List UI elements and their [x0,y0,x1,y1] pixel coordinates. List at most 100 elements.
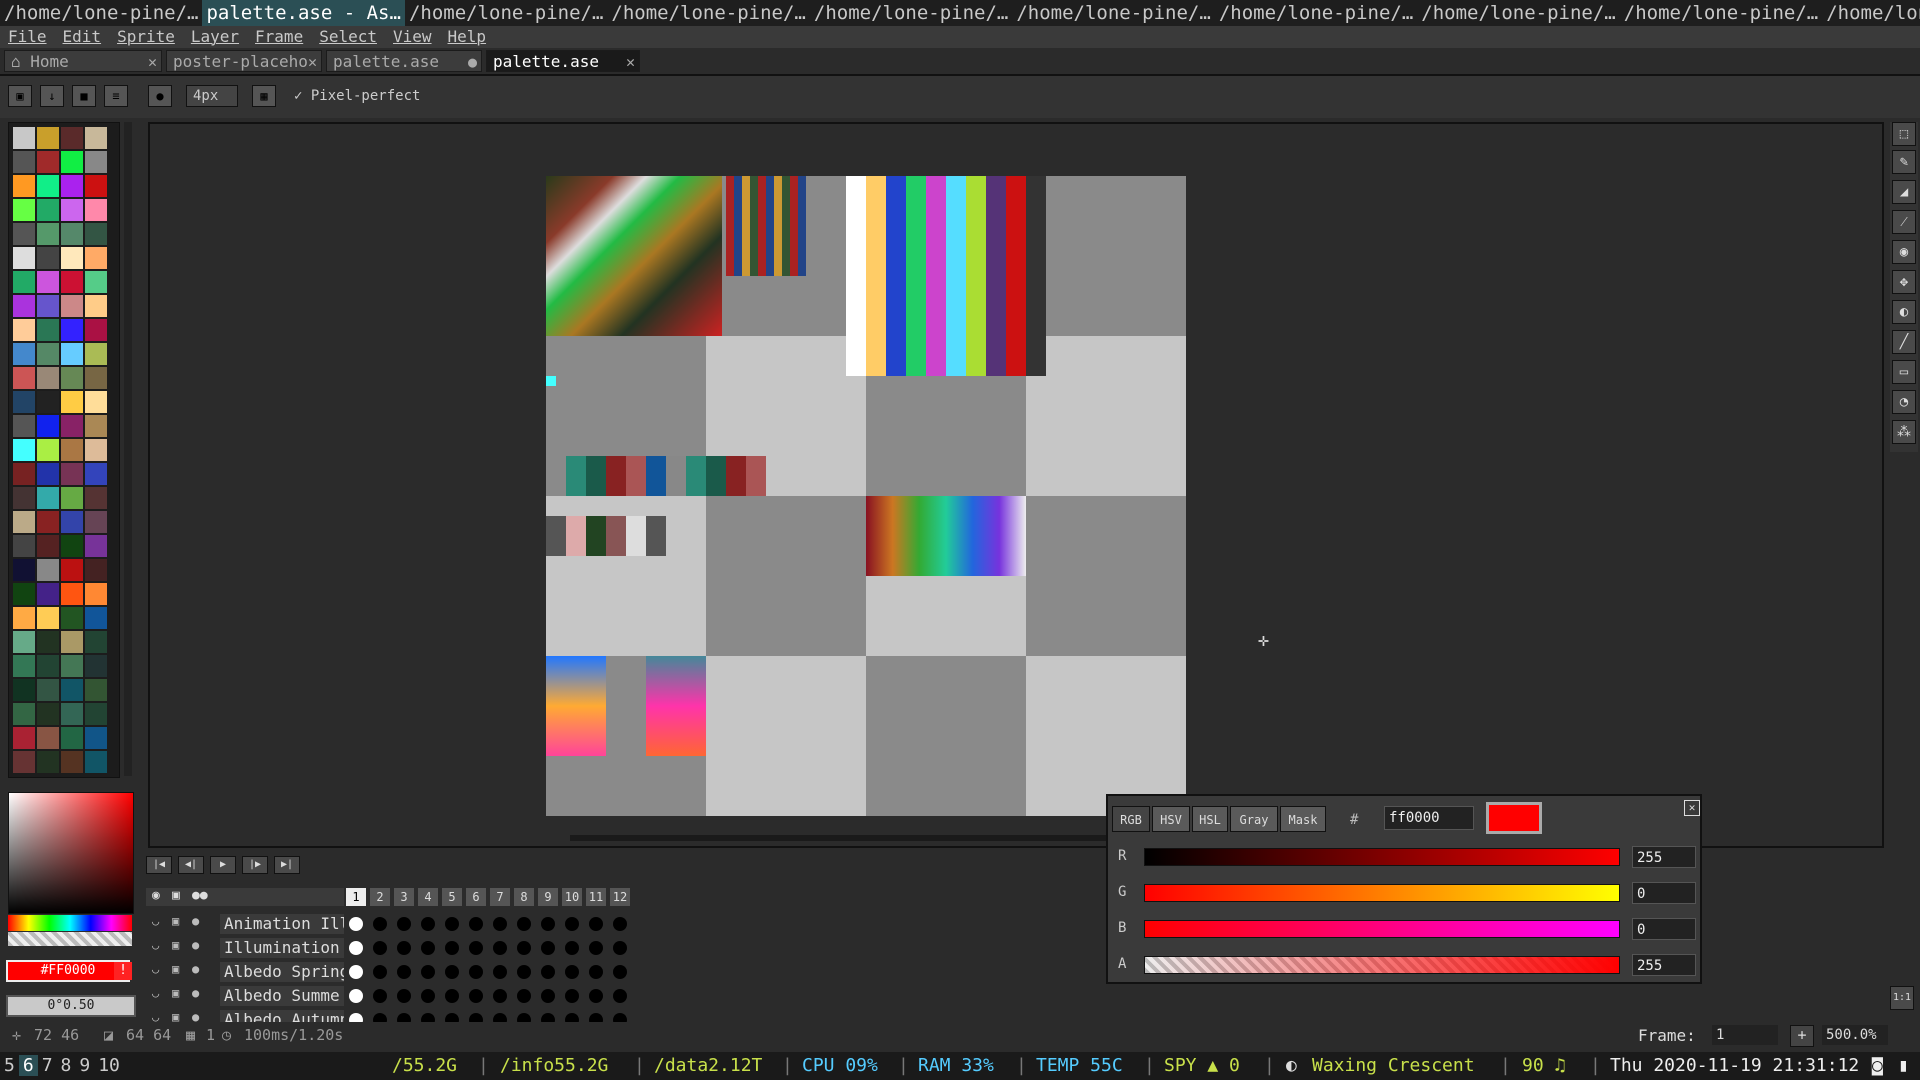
cel[interactable] [469,989,483,1003]
cel[interactable] [349,941,363,955]
palette-swatch[interactable] [37,343,59,365]
cel[interactable] [565,989,579,1003]
pencil-tool-icon[interactable]: ✎ [1892,150,1916,174]
palette-swatch[interactable] [85,199,107,221]
palette-swatch[interactable] [61,271,83,293]
continuous-header-icon[interactable]: ●● [192,888,208,903]
cel[interactable] [613,965,627,979]
workspace-5[interactable]: 5 [0,1055,19,1076]
palette-swatch[interactable] [85,535,107,557]
palette-swatch[interactable] [85,583,107,605]
visibility-icon[interactable]: ◡ [152,986,159,1000]
palette-swatch[interactable] [61,439,83,461]
palette-swatch[interactable] [61,295,83,317]
cel[interactable] [397,989,411,1003]
palette-swatch[interactable] [13,535,35,557]
cel[interactable] [613,989,627,1003]
cel[interactable] [541,965,555,979]
cel[interactable] [349,989,363,1003]
cel[interactable] [373,917,387,931]
palette-swatch[interactable] [61,175,83,197]
tab-2[interactable]: palette.ase ● [326,50,482,72]
palette-swatch[interactable] [85,247,107,269]
palette-swatch[interactable] [61,655,83,677]
alpha-slider[interactable] [8,932,132,946]
palette-swatch[interactable] [85,679,107,701]
frame-header-8[interactable]: 8 [514,888,534,906]
palette-swatch[interactable] [13,223,35,245]
menu-select[interactable]: Select [311,26,385,48]
brush-size-field[interactable]: 4px [186,85,238,107]
visibility-icon[interactable]: ◡ [152,938,159,952]
lock-icon[interactable]: ▣ [172,962,179,976]
marquee-tool-icon[interactable]: ⬚ [1892,122,1916,146]
pixel-perfect-checkbox[interactable]: ✓ Pixel-perfect [294,88,420,104]
palette-swatch[interactable] [85,463,107,485]
palette-swatch[interactable] [61,247,83,269]
rectangle-tool-icon[interactable]: ▭ [1892,360,1916,384]
palette-swatch[interactable] [85,367,107,389]
layer-row[interactable]: ◡ ▣ ● Albedo Spring [146,960,886,984]
palette-swatch[interactable] [37,127,59,149]
window-title-4[interactable]: /home/lone-pine/… [810,0,1012,26]
palette-swatch[interactable] [61,703,83,725]
palette-swatch[interactable] [13,751,35,773]
visibility-icon[interactable]: ◡ [152,914,159,928]
palette-swatch[interactable] [37,175,59,197]
continuous-icon[interactable]: ● [192,938,199,952]
channel-value[interactable]: 255 [1632,846,1696,868]
menu-frame[interactable]: Frame [247,26,311,48]
menu-layer[interactable]: Layer [183,26,247,48]
workspace-7[interactable]: 7 [38,1055,57,1076]
layer-row[interactable]: ◡ ▣ ● Albedo Summe [146,984,886,1008]
palette-swatch[interactable] [61,319,83,341]
palette-swatch[interactable] [37,199,59,221]
palette-swatch[interactable] [85,319,107,341]
palette-swatch[interactable] [85,175,107,197]
palette-swatch[interactable] [13,151,35,173]
layer-name[interactable]: Albedo Summe [220,986,344,1006]
tab-close-icon[interactable]: ✕ [148,51,157,73]
palette-swatch[interactable] [85,391,107,413]
lock-icon[interactable]: ▣ [172,938,179,952]
mode-mask[interactable]: Mask [1280,806,1326,832]
palette-swatch[interactable] [85,151,107,173]
palette-swatch[interactable] [37,583,59,605]
next-frame-icon[interactable]: |▶ [242,856,268,874]
frame-header-4[interactable]: 4 [418,888,438,906]
swap-color-icon[interactable]: ! [114,962,132,980]
palette-swatch[interactable] [61,751,83,773]
foreground-color-button[interactable]: #FF0000 [6,960,130,982]
palette-swatch[interactable] [37,559,59,581]
channel-slider-b[interactable] [1144,920,1620,938]
arrow-down-icon[interactable]: ↓ [40,85,64,107]
cel[interactable] [493,917,507,931]
window-title-8[interactable]: /home/lone-pine/… [1620,0,1822,26]
window-title-6[interactable]: /home/lone-pine/… [1215,0,1417,26]
window-title-9[interactable]: /home/lone-pine/… [1822,0,1920,26]
palette-swatch[interactable] [37,295,59,317]
palette-swatch[interactable] [37,607,59,629]
background-color-button[interactable]: 0°0.50 [6,995,136,1017]
mode-hsv[interactable]: HSV [1152,806,1190,832]
cel[interactable] [589,917,603,931]
palette-swatch[interactable] [37,151,59,173]
palette-swatch[interactable] [61,559,83,581]
palette-swatch[interactable] [61,391,83,413]
menu-file[interactable]: File [0,26,55,48]
palette-scrollbar[interactable] [124,122,132,776]
palette-swatch[interactable] [61,727,83,749]
cel[interactable] [469,917,483,931]
palette-swatch[interactable] [61,679,83,701]
palette-swatch[interactable] [85,511,107,533]
palette-swatch[interactable] [85,487,107,509]
layer-name[interactable]: Animation Illum [220,914,344,934]
cel[interactable] [445,917,459,931]
cel[interactable] [517,989,531,1003]
palette-swatch[interactable] [85,295,107,317]
cel[interactable] [421,917,435,931]
first-frame-icon[interactable]: |◀ [146,856,172,874]
saturation-value-picker[interactable] [8,792,134,914]
cel[interactable] [493,941,507,955]
palette-swatch[interactable] [37,271,59,293]
